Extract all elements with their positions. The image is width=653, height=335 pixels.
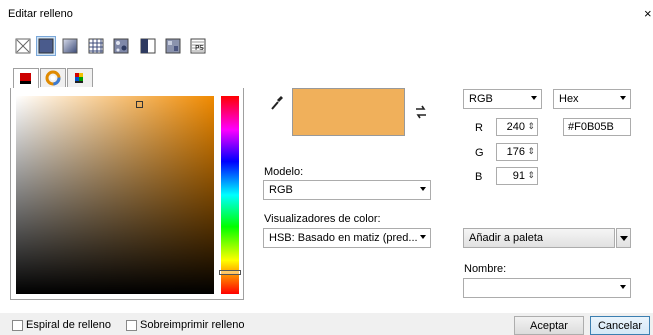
- model-select[interactable]: RGB: [263, 180, 431, 200]
- color-model-select[interactable]: RGB: [463, 89, 542, 109]
- saturation-brightness-field[interactable]: [16, 96, 214, 294]
- two-color-pattern-fill-icon[interactable]: [139, 37, 157, 55]
- ok-button[interactable]: Aceptar: [514, 316, 584, 335]
- bitmap-pattern-fill-icon[interactable]: [112, 37, 130, 55]
- color-swatch: [292, 88, 405, 136]
- postscript-fill-icon[interactable]: PS: [189, 37, 207, 55]
- channel-g-value: 176: [506, 146, 525, 158]
- close-icon[interactable]: ×: [644, 6, 652, 21]
- color-viewers-label: Visualizadores de color:: [264, 213, 381, 225]
- eyedropper-icon[interactable]: [270, 95, 284, 114]
- chevron-down-icon: [531, 96, 537, 100]
- value-format-select[interactable]: Hex: [553, 89, 631, 109]
- color-viewers-select-value: HSB: Basado en matiz (pred...: [269, 232, 418, 244]
- color-palettes-tab-icon[interactable]: [67, 68, 93, 87]
- color-harmonies-tab-icon[interactable]: [40, 68, 66, 87]
- channel-g-label: G: [475, 147, 484, 159]
- chevron-down-icon: [420, 235, 426, 239]
- chevron-down-icon: [620, 285, 626, 289]
- model-select-value: RGB: [269, 184, 293, 196]
- hue-slider[interactable]: [221, 96, 239, 294]
- add-to-palette-menu-button[interactable]: [616, 228, 631, 248]
- hex-input[interactable]: #F0B05B: [563, 118, 631, 136]
- color-viewers-select[interactable]: HSB: Basado en matiz (pred...: [263, 228, 431, 248]
- value-format-select-value: Hex: [559, 93, 579, 105]
- swap-colors-icon[interactable]: [414, 105, 428, 122]
- add-to-palette-label: Añadir a paleta: [469, 232, 543, 244]
- channel-b-label: B: [475, 171, 483, 183]
- svg-text:PS: PS: [195, 44, 204, 52]
- channel-r-value: 240: [506, 121, 525, 133]
- cancel-button[interactable]: Cancelar: [590, 316, 650, 335]
- channel-b-input[interactable]: 91 ⇕: [496, 167, 538, 185]
- color-picker-marker[interactable]: [136, 101, 143, 108]
- spinner-icon[interactable]: ⇕: [527, 146, 535, 157]
- channel-b-value: 91: [512, 170, 525, 182]
- chevron-down-icon: [620, 96, 626, 100]
- overprint-fill-checkbox[interactable]: [126, 320, 137, 331]
- hue-slider-handle[interactable]: [219, 269, 241, 275]
- vector-pattern-fill-icon[interactable]: [87, 37, 105, 55]
- hex-value: #F0B05B: [568, 121, 614, 133]
- chevron-down-icon: [420, 187, 426, 191]
- name-select[interactable]: [463, 278, 631, 298]
- chevron-down-icon: [620, 236, 628, 241]
- add-to-palette-button[interactable]: Añadir a paleta: [463, 228, 615, 248]
- fountain-fill-icon[interactable]: [61, 37, 79, 55]
- name-label: Nombre:: [464, 263, 507, 275]
- uniform-fill-icon[interactable]: [36, 36, 56, 56]
- spinner-icon[interactable]: ⇕: [527, 121, 535, 132]
- overprint-fill-label: Sobreimprimir relleno: [140, 319, 245, 331]
- channel-r-label: R: [475, 122, 483, 134]
- wrap-fill-checkbox[interactable]: [12, 320, 23, 331]
- channel-g-input[interactable]: 176 ⇕: [496, 143, 538, 161]
- no-fill-icon[interactable]: [14, 37, 32, 55]
- channel-r-input[interactable]: 240 ⇕: [496, 118, 538, 136]
- texture-fill-icon[interactable]: [164, 37, 182, 55]
- color-model-select-value: RGB: [469, 93, 493, 105]
- model-label: Modelo:: [264, 166, 304, 178]
- wrap-fill-label: Espiral de relleno: [26, 319, 111, 331]
- color-viewers-tab-icon[interactable]: [13, 68, 39, 89]
- dialog-title: Editar relleno: [8, 8, 73, 20]
- spinner-icon[interactable]: ⇕: [527, 170, 535, 181]
